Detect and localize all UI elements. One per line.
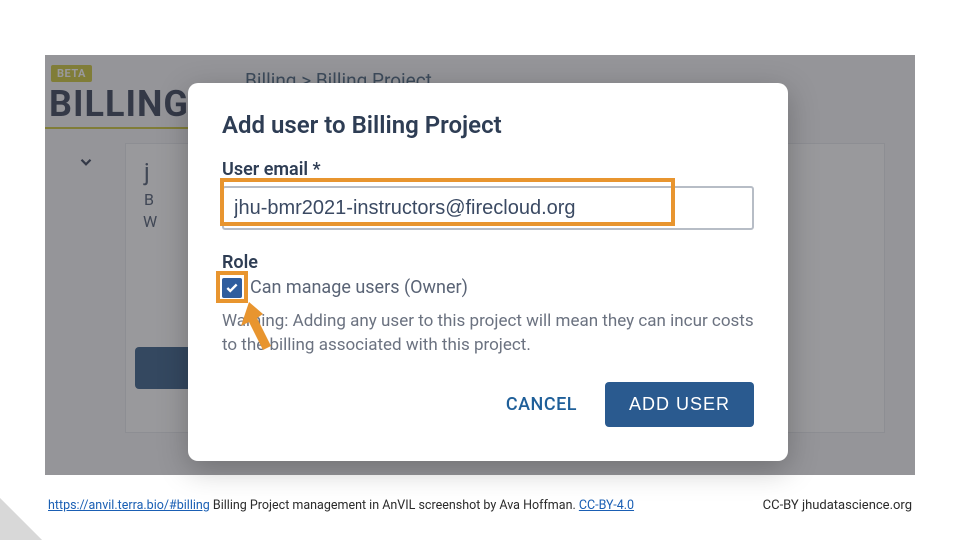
warning-text: Warning: Adding any user to this project… [222, 310, 754, 358]
role-label: Role [222, 252, 754, 273]
add-user-button[interactable]: ADD USER [605, 382, 754, 427]
email-field[interactable] [222, 186, 754, 230]
email-label: User email * [222, 159, 754, 180]
attribution-right: CC-BY jhudatascience.org [763, 498, 912, 513]
cancel-button[interactable]: CANCEL [500, 384, 583, 425]
check-icon [225, 281, 239, 295]
add-user-modal: Add user to Billing Project User email *… [188, 83, 788, 461]
source-link[interactable]: https://anvil.terra.bio/#billing [48, 498, 210, 513]
role-option-label: Can manage users (Owner) [250, 277, 468, 298]
caption-desc: Billing Project management in AnVIL scre… [210, 498, 579, 513]
license-link[interactable]: CC-BY-4.0 [579, 498, 634, 513]
modal-title: Add user to Billing Project [222, 111, 754, 139]
owner-checkbox[interactable] [222, 278, 242, 298]
